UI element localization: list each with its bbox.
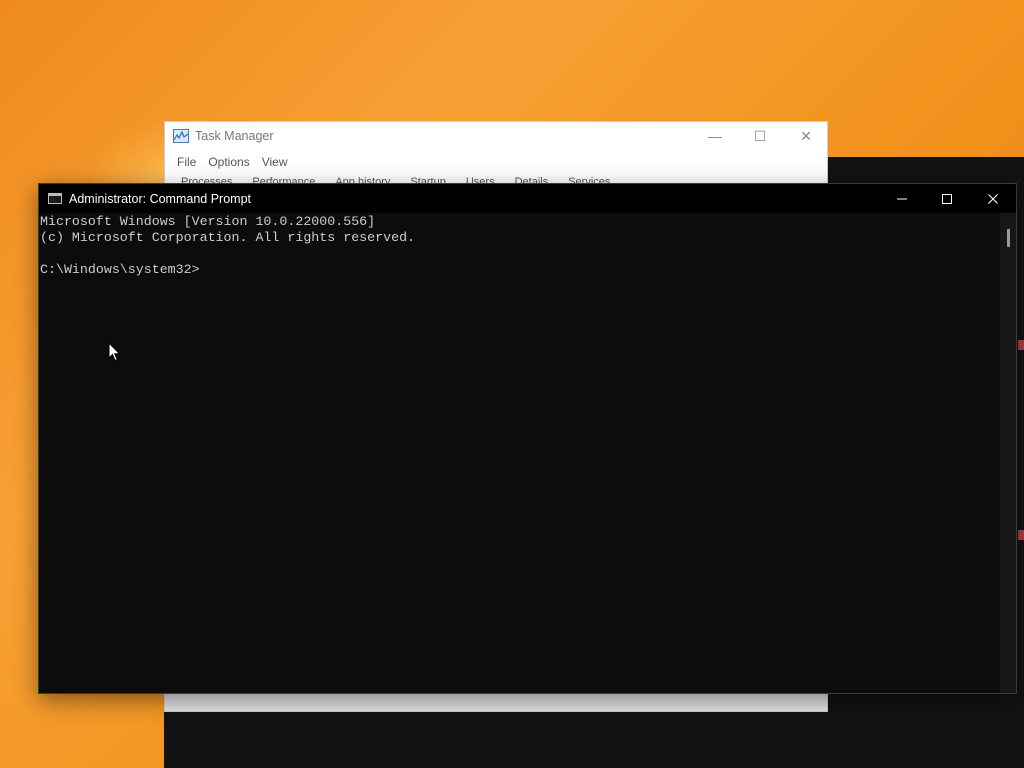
command-prompt-titlebar[interactable]: Administrator: Command Prompt [39,184,1016,213]
close-icon [988,193,998,204]
maximize-icon [942,193,952,204]
close-button[interactable] [970,184,1016,213]
minimize-icon [897,198,907,199]
console-output[interactable]: Microsoft Windows [Version 10.0.22000.55… [39,213,1000,693]
console-line: Microsoft Windows [Version 10.0.22000.55… [40,214,376,229]
command-prompt-window[interactable]: Administrator: Command Prompt Microsoft … [38,183,1017,694]
background-window-marker [1018,530,1024,540]
menu-options[interactable]: Options [202,155,255,169]
minimize-button[interactable] [879,184,925,213]
mouse-cursor-icon [108,342,121,362]
maximize-button[interactable] [924,184,970,213]
close-button[interactable]: ✕ [783,122,829,150]
task-manager-titlebar[interactable]: Task Manager — ☐ ✕ [165,122,827,150]
task-manager-icon [173,129,189,143]
maximize-button[interactable]: ☐ [737,122,783,150]
menu-view[interactable]: View [256,155,294,169]
menu-file[interactable]: File [171,155,202,169]
task-manager-title: Task Manager [195,129,274,143]
task-manager-menubar: File Options View [165,150,827,174]
command-prompt-title: Administrator: Command Prompt [69,191,252,206]
console-line: (c) Microsoft Corporation. All rights re… [40,230,416,245]
console-icon [48,193,62,204]
console-prompt[interactable]: C:\Windows\system32> [40,262,1000,278]
task-manager-footer [165,691,827,711]
background-window-marker [1018,340,1024,350]
scrollbar-thumb[interactable] [1007,229,1010,247]
minimize-button[interactable]: — [692,122,738,150]
console-scrollbar[interactable] [1000,213,1016,693]
